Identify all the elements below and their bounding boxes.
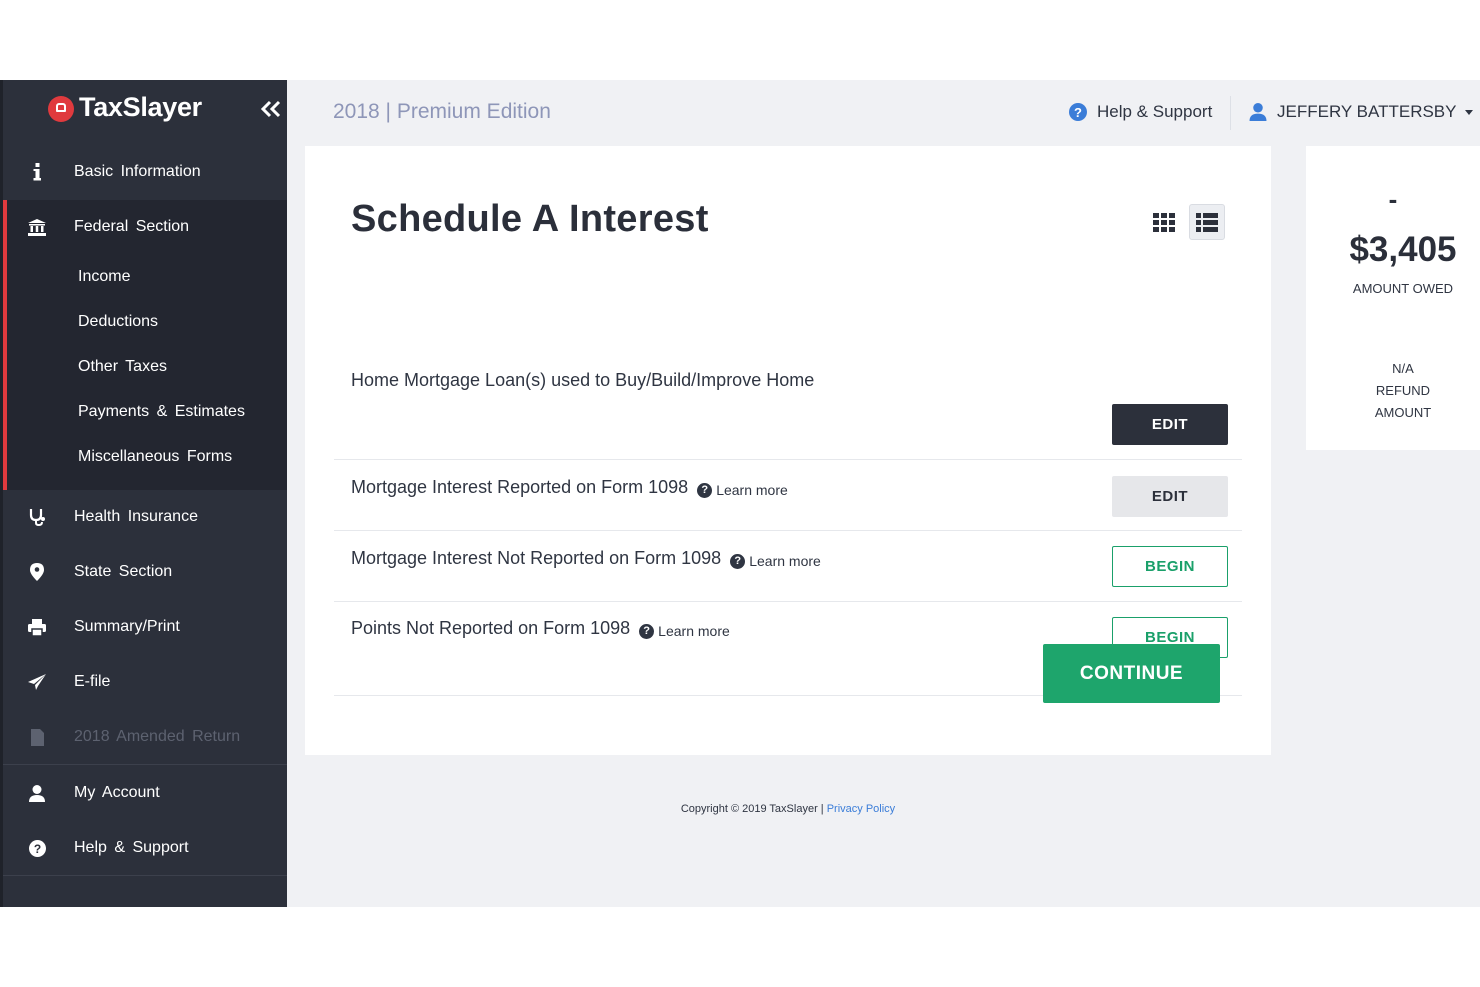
refund-label-line-1: REFUND	[1375, 383, 1431, 398]
grid-view-icon[interactable]	[1150, 209, 1178, 237]
sidebar-item-help-support[interactable]: ? Help & Support	[3, 821, 287, 875]
paper-plane-icon	[27, 672, 47, 692]
refund-label-line-2: AMOUNT	[1374, 405, 1432, 420]
edition-label: 2018 | Premium Edition	[333, 100, 551, 123]
bank-icon	[27, 217, 47, 237]
list-view-button[interactable]	[1189, 204, 1225, 240]
sidebar-subitem-label: Payments & Estimates	[78, 402, 245, 420]
learn-more-label: Learn more	[716, 482, 788, 498]
user-icon	[1249, 103, 1267, 121]
sidebar-item-health-insurance[interactable]: Health Insurance	[3, 490, 287, 544]
sidebar-subitem-label: Income	[78, 267, 131, 285]
printer-icon	[27, 617, 47, 637]
user-menu[interactable]: JEFFERY BATTERSBY	[1249, 102, 1473, 122]
sidebar-subitem-label: Other Taxes	[78, 357, 167, 375]
question-icon: ?	[27, 838, 47, 858]
sidebar-item-label: Help & Support	[74, 839, 189, 856]
sidebar-subitem-other-taxes[interactable]: Other Taxes	[3, 344, 287, 389]
sidebar-item-label: Health Insurance	[74, 508, 198, 525]
sidebar-item-state-section[interactable]: State Section	[3, 545, 287, 599]
sidebar-item-amended-return: 2018 Amended Return	[3, 710, 287, 764]
amount-owed-label: AMOUNT OWED	[1352, 281, 1454, 296]
taxslayer-logo-icon	[48, 96, 74, 122]
help-circle-icon: ?	[1069, 103, 1087, 121]
sidebar-item-label: E-file	[74, 673, 111, 690]
question-icon: ?	[697, 482, 713, 498]
federal-section-group: Federal Section Income Deductions Other …	[3, 200, 287, 490]
learn-more-link[interactable]: ? Learn more	[639, 623, 730, 639]
sidebar-item-label: Basic Information	[74, 163, 201, 180]
list-view-icon	[1196, 213, 1218, 232]
sidebar-item-label: 2018 Amended Return	[74, 728, 241, 745]
brand-name: TaxSlayer	[79, 92, 202, 122]
list-item-mortgage-interest-reported: Mortgage Interest Reported on Form 1098 …	[334, 460, 1242, 531]
user-name: JEFFERY BATTERSBY	[1277, 102, 1457, 121]
copyright-text: Copyright © 2019 TaxSlayer |	[680, 803, 827, 815]
sidebar-subitem-payments-estimates[interactable]: Payments & Estimates	[3, 389, 287, 434]
refund-amount-block: N/A REFUND AMOUNT	[1306, 358, 1480, 424]
map-pin-icon	[27, 562, 47, 582]
user-icon	[27, 783, 47, 803]
amount-owed-value: $3,405	[1349, 230, 1457, 269]
summary-dash: -	[1388, 184, 1398, 214]
page-title: Schedule A Interest	[351, 198, 709, 240]
help-support-link[interactable]: ? Help & Support	[1069, 102, 1212, 122]
sidebar-item-label: Federal Section	[74, 218, 190, 235]
row-label: Home Mortgage Loan(s) used to Buy/Build/…	[351, 370, 815, 390]
sidebar-subitem-miscellaneous-forms[interactable]: Miscellaneous Forms	[3, 434, 287, 479]
brand-header: TaxSlayer	[3, 80, 287, 140]
sidebar-divider	[3, 764, 287, 765]
row-label-wrapper: Mortgage Interest Not Reported on Form 1…	[351, 548, 821, 569]
edit-home-mortgage-button[interactable]: EDIT	[1112, 404, 1228, 445]
privacy-policy-link[interactable]: Privacy Policy	[827, 803, 895, 815]
sidebar-item-label: Summary/Print	[74, 618, 180, 635]
collapse-sidebar-icon[interactable]	[259, 97, 283, 121]
row-label: Points Not Reported on Form 1098	[351, 618, 631, 638]
question-icon: ?	[639, 623, 655, 639]
row-label-wrapper: Mortgage Interest Reported on Form 1098 …	[351, 477, 788, 498]
top-bar: 2018 | Premium Edition ? Help & Support …	[287, 80, 1480, 144]
sidebar-item-label: State Section	[74, 563, 173, 580]
sidebar-subitem-label: Deductions	[78, 312, 159, 330]
chevron-down-icon	[1464, 109, 1473, 115]
header-divider	[1230, 96, 1231, 130]
tax-summary-panel: - $3,405 AMOUNT OWED N/A REFUND AMOUNT	[1306, 146, 1480, 450]
question-icon: ?	[730, 553, 746, 569]
sidebar-item-basic-information[interactable]: Basic Information	[3, 145, 287, 199]
list-item-mortgage-interest-not-reported: Mortgage Interest Not Reported on Form 1…	[334, 531, 1242, 602]
learn-more-label: Learn more	[749, 553, 821, 569]
row-label-wrapper: Points Not Reported on Form 1098 ? Learn …	[351, 618, 730, 639]
sidebar-subitem-label: Miscellaneous Forms	[78, 447, 233, 465]
learn-more-link[interactable]: ? Learn more	[730, 553, 821, 569]
svg-text:?: ?	[33, 842, 40, 856]
app-window: TaxSlayer Basic Information Federal Sect…	[0, 80, 1480, 907]
document-icon	[27, 727, 47, 747]
row-label: Mortgage Interest Reported on Form 1098	[351, 477, 689, 497]
info-icon	[27, 162, 47, 182]
sidebar-item-e-file[interactable]: E-file	[3, 655, 287, 709]
sidebar-divider	[3, 875, 287, 876]
sidebar-item-my-account[interactable]: My Account	[3, 766, 287, 820]
sidebar-subitem-deductions[interactable]: Deductions	[3, 299, 287, 344]
learn-more-link[interactable]: ? Learn more	[697, 482, 788, 498]
sidebar-item-summary-print[interactable]: Summary/Print	[3, 600, 287, 654]
sidebar-item-label: My Account	[74, 784, 160, 801]
main-card: Schedule A Interest Home Mortgage Loan(s…	[305, 146, 1271, 755]
refund-amount-value: N/A	[1392, 361, 1414, 376]
footer: Copyright © 2019 TaxSlayer | Privacy Pol…	[305, 803, 1271, 815]
sidebar-item-federal-section[interactable]: Federal Section	[3, 200, 287, 254]
list-item-home-mortgage: Home Mortgage Loan(s) used to Buy/Build/…	[334, 370, 1242, 457]
edit-mortgage-interest-button[interactable]: EDIT	[1112, 476, 1228, 517]
help-support-label: Help & Support	[1097, 102, 1213, 121]
row-label: Mortgage Interest Not Reported on Form 1…	[351, 548, 722, 568]
continue-button[interactable]: CONTINUE	[1043, 644, 1220, 703]
sidebar: TaxSlayer Basic Information Federal Sect…	[0, 80, 287, 907]
stethoscope-icon	[27, 507, 47, 527]
learn-more-label: Learn more	[658, 623, 730, 639]
begin-mortgage-interest-not-reported-button[interactable]: BEGIN	[1112, 546, 1228, 587]
sidebar-subitem-income[interactable]: Income	[3, 254, 287, 299]
